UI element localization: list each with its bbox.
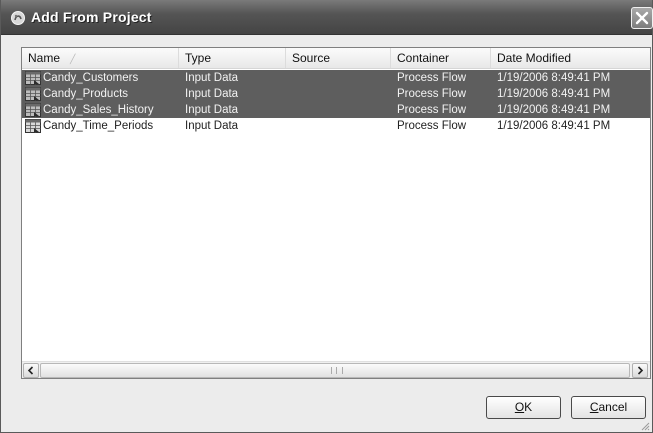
close-icon [635, 11, 649, 25]
scroll-left-icon [27, 366, 34, 375]
item-name: Candy_Time_Periods [43, 120, 154, 132]
column-header-date-modified[interactable]: Date Modified [491, 48, 650, 68]
item-date-modified: 1/19/2006 8:49:41 PM [497, 88, 611, 100]
item-date-modified: 1/19/2006 8:49:41 PM [497, 104, 611, 116]
ok-button[interactable]: OK [486, 396, 561, 419]
item-container: Process Flow [397, 120, 467, 132]
close-button[interactable] [631, 7, 653, 29]
title-bar[interactable]: Add From Project [1, 0, 653, 35]
column-header-type[interactable]: Type [179, 48, 286, 68]
item-name: Candy_Customers [43, 72, 139, 84]
table-data-icon [25, 103, 41, 117]
cancel-button-label: ancel [598, 400, 628, 414]
table-data-icon [25, 71, 41, 85]
list-header: Name ╱ Type Source Container Date Modifie… [22, 48, 650, 69]
item-date-modified: 1/19/2006 8:49:41 PM [497, 120, 611, 132]
item-name: Candy_Sales_History [43, 104, 154, 116]
scroll-right-button[interactable] [632, 363, 648, 378]
item-date-modified: 1/19/2006 8:49:41 PM [497, 72, 611, 84]
scroll-left-button[interactable] [23, 363, 39, 378]
add-from-project-dialog: Add From Project Name ╱ Type Source Conta… [0, 0, 653, 433]
column-header-source[interactable]: Source [286, 48, 391, 68]
item-type: Input Data [185, 120, 239, 132]
item-type: Input Data [185, 88, 239, 100]
project-items-list[interactable]: Name ╱ Type Source Container Date Modifie… [21, 47, 651, 379]
table-data-icon [25, 119, 41, 133]
item-type: Input Data [185, 104, 239, 116]
column-header-container[interactable]: Container [391, 48, 491, 68]
sort-ascending-icon: ╱ [70, 54, 76, 64]
horizontal-scrollbar[interactable] [22, 361, 650, 378]
ok-button-mnemonic: O [514, 400, 525, 414]
column-header-source-label: Source [292, 51, 331, 65]
scroll-right-icon [637, 366, 644, 375]
column-header-container-label: Container [397, 51, 450, 65]
item-container: Process Flow [397, 104, 467, 116]
column-header-date-modified-label: Date Modified [497, 51, 572, 65]
list-item[interactable]: Candy_Sales_History Input Data Process F… [22, 102, 650, 118]
item-name: Candy_Products [43, 88, 129, 100]
column-header-type-label: Type [185, 51, 212, 65]
item-container: Process Flow [397, 72, 467, 84]
ok-button-label: K [524, 400, 533, 414]
scrollbar-thumb[interactable] [40, 363, 630, 378]
column-header-name-label: Name [28, 51, 61, 65]
scroll-grip-icon [331, 367, 343, 374]
list-item[interactable]: Candy_Products Input Data Process Flow 1… [22, 86, 650, 102]
item-container: Process Flow [397, 88, 467, 100]
app-icon [11, 11, 25, 25]
list-item[interactable]: Candy_Time_Periods Input Data Process Fl… [22, 118, 650, 134]
window-title: Add From Project [31, 9, 152, 25]
list-item[interactable]: Candy_Customers Input Data Process Flow … [22, 70, 650, 86]
table-data-icon [25, 87, 41, 101]
item-type: Input Data [185, 72, 239, 84]
cancel-button[interactable]: Cancel [571, 396, 646, 419]
resize-grip-icon[interactable] [640, 421, 650, 431]
column-header-name[interactable]: Name ╱ [22, 48, 179, 68]
